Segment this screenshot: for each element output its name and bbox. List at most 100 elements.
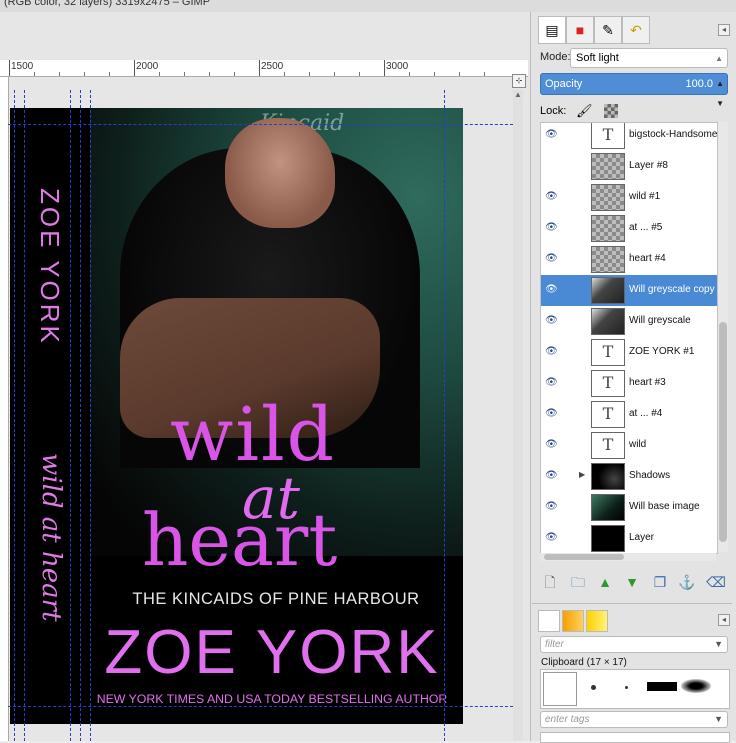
layer-row[interactable]: 👁 wild #1 [541,182,717,213]
brush-tags-input[interactable]: enter tags ▼ [540,711,728,728]
patterns-tab-icon[interactable] [562,610,584,632]
brush-spacing-slider[interactable] [540,732,730,743]
chevron-down-icon[interactable]: ▼ [714,712,723,727]
layer-thumbnail[interactable] [591,215,625,242]
guide-line[interactable] [24,90,25,741]
layer-name: Will greyscale copy [629,284,715,295]
brush-tiny[interactable] [625,686,628,689]
raise-layer-icon[interactable]: ▲ [595,572,615,592]
visibility-eye-icon[interactable]: 👁 [545,501,558,512]
visibility-eye-icon[interactable]: 👁 [545,129,558,140]
layer-row[interactable]: 👁 heart #4 [541,244,717,275]
visibility-eye-icon[interactable]: 👁 [545,408,558,419]
updown-arrow-icon[interactable]: ▲ ▼ [716,74,724,114]
layer-thumbnail[interactable] [591,494,625,521]
navigate-icon[interactable]: ⊹ [512,74,526,88]
expand-group-icon[interactable]: ▶ [579,470,585,479]
dock-separator[interactable] [532,603,732,604]
layer-thumbnail[interactable] [591,525,625,552]
brush-fuzzy[interactable] [681,679,711,693]
guide-line[interactable] [80,90,81,741]
layer-thumbnail[interactable]: T [591,123,625,149]
brushes-tab-icon[interactable] [538,610,560,632]
vertical-ruler[interactable] [0,77,9,741]
new-layer-group-icon[interactable]: 🗀 [568,572,588,592]
opacity-value: 100.0 [685,78,713,90]
opacity-label: Opacity [545,78,583,90]
layer-thumbnail[interactable] [591,246,625,273]
layer-thumbnail[interactable] [591,277,625,304]
layer-thumbnail[interactable]: T [591,401,625,428]
visibility-eye-icon[interactable]: 👁 [545,470,558,481]
visibility-eye-icon[interactable]: 👁 [545,377,558,388]
layer-thumbnail[interactable] [591,184,625,211]
guide-line[interactable] [70,90,71,741]
layers-list[interactable]: 👁 Tbigstock-Handsome Layer #8 👁 wild #1 👁 at .… [540,122,718,554]
layer-row[interactable]: 👁 Tbigstock-Handsome [541,123,717,151]
layer-row[interactable]: 👁 Will greyscale [541,306,717,337]
guide-line[interactable] [8,124,513,125]
dock-menu-icon[interactable]: ◂ [718,614,730,626]
layers-vertical-scrollbar[interactable] [718,122,728,552]
layer-row[interactable]: 👁 ▶ Shadows [541,461,717,492]
layer-thumbnail[interactable]: T [591,339,625,366]
visibility-eye-icon[interactable]: 👁 [545,346,558,357]
layers-horizontal-scrollbar[interactable] [540,553,716,561]
opacity-slider[interactable]: Opacity 100.0 ▲ ▼ [540,73,728,108]
layer-row[interactable]: 👁 Will greyscale copy [541,275,717,306]
layer-row[interactable]: Layer #8 [541,151,717,182]
anchor-layer-icon[interactable]: ⚓ [677,572,697,592]
window-title: (RGB color, 32 layers) 3319x2475 – GIMP [0,0,736,12]
layer-row[interactable]: 👁 Will base image [541,492,717,523]
visibility-eye-icon[interactable]: 👁 [545,532,558,543]
duplicate-layer-icon[interactable]: ❐ [650,572,670,592]
gradients-tab-icon[interactable] [586,610,608,632]
horizontal-ruler[interactable]: 1500 2000 2500 3000 [0,60,528,77]
brushes-dock-tabs [538,610,608,632]
visibility-eye-icon[interactable]: 👁 [545,439,558,450]
visibility-eye-icon[interactable]: 👁 [545,191,558,202]
blend-mode-select[interactable]: Soft light ▲▼ [570,48,728,81]
layer-name: heart #3 [629,377,666,388]
visibility-eye-icon[interactable]: 👁 [545,222,558,233]
canvas-vertical-scrollbar[interactable]: ▲ [513,90,523,741]
layer-thumbnail[interactable] [591,308,625,335]
layer-thumbnail[interactable]: T [591,370,625,397]
layer-thumbnail[interactable] [591,153,625,180]
guide-line[interactable] [444,90,445,741]
lock-alpha-checker-icon[interactable] [604,104,618,118]
layer-row[interactable]: 👁 Layer [541,523,717,553]
book-cover-image: Kincaid hool ty ZOE YORK wild at heart w… [10,108,463,724]
layer-row[interactable]: 👁 at ... #5 [541,213,717,244]
layer-row[interactable]: 👁 Theart #3 [541,368,717,399]
dock-menu-icon[interactable]: ◂ [718,24,730,36]
guide-line[interactable] [90,90,91,741]
guide-line[interactable] [8,706,513,707]
layer-thumbnail[interactable] [591,463,625,490]
visibility-eye-icon[interactable]: 👁 [545,315,558,326]
visibility-eye-icon[interactable]: 👁 [545,284,558,295]
brush-filter-input[interactable]: filter ▼ [540,636,728,653]
lock-pixels-brush-icon[interactable]: 🖌 [576,103,593,119]
lower-layer-icon[interactable]: ▼ [622,572,642,592]
undo-history-tab-icon[interactable]: ↶ [622,16,650,44]
layers-tab-icon[interactable]: ▤ [538,16,566,44]
layer-thumbnail[interactable]: T [591,432,625,459]
delete-layer-icon[interactable]: ⌫ [706,572,726,592]
layer-name: Will greyscale [629,315,691,326]
brush-block[interactable] [647,682,677,691]
brush-small[interactable] [591,685,596,690]
layer-name: at ... #4 [629,408,663,419]
layer-row[interactable]: 👁 T ZOE YORK #1 [541,337,717,368]
brushes-grid[interactable] [540,669,730,709]
visibility-eye-icon[interactable]: 👁 [545,253,558,264]
brush-clipboard[interactable] [543,672,577,706]
new-layer-icon[interactable]: 🗋 [540,572,560,592]
channels-tab-icon[interactable]: ■ [566,16,594,44]
layer-row[interactable]: 👁 Twild [541,430,717,461]
paths-tab-icon[interactable]: ✎ [594,16,622,44]
layer-row[interactable]: 👁 Tat ... #4 [541,399,717,430]
guide-line[interactable] [14,90,15,741]
cover-model-hand [225,118,335,228]
chevron-down-icon[interactable]: ▼ [714,637,723,652]
